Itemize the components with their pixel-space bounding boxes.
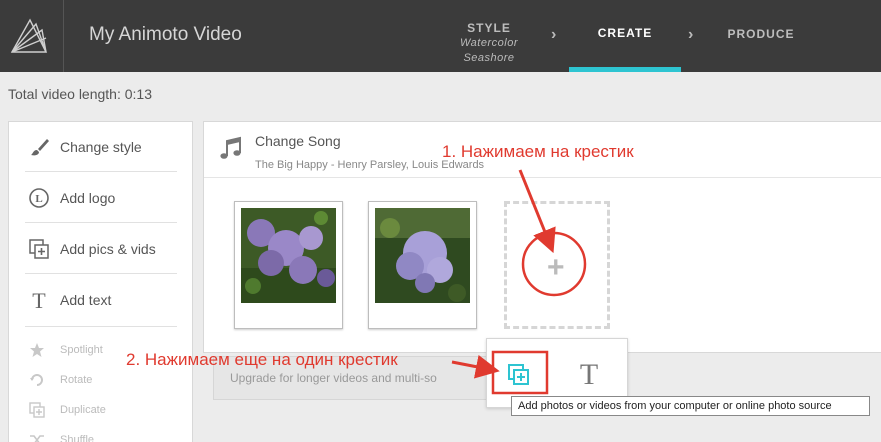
add-photos-button[interactable] <box>495 353 545 397</box>
sidebar-subitem-label: Duplicate <box>60 404 106 416</box>
change-song-link[interactable]: Change Song <box>255 133 341 149</box>
duplicate-icon <box>29 402 45 418</box>
sidebar-item-add-logo[interactable]: L Add logo <box>25 173 177 223</box>
svg-text:L: L <box>35 193 42 205</box>
divider <box>25 326 177 327</box>
music-note-icon <box>220 136 241 159</box>
active-step-indicator <box>569 67 681 72</box>
lilac-photo-image <box>375 208 470 303</box>
step-create[interactable]: CREATE <box>569 0 681 72</box>
plus-icon[interactable]: + <box>547 251 565 285</box>
rotate-icon <box>30 374 43 386</box>
sidebar-subitem-label: Shuffle <box>60 434 95 442</box>
total-video-length: Total video length: 0:13 <box>8 86 152 102</box>
annotation-step-1: 1. Нажимаем на крестик <box>442 142 634 161</box>
step-style-label: STYLE <box>467 21 511 35</box>
shuffle-icon <box>30 435 44 442</box>
star-icon <box>30 343 44 357</box>
sidebar-item-label: Add text <box>60 292 112 308</box>
sidebar-subitem-duplicate[interactable]: Duplicate <box>25 398 177 424</box>
photo-tile[interactable] <box>368 201 477 329</box>
sidebar-item-add-text[interactable]: T Add text <box>25 275 177 325</box>
sidebar-item-add-pics[interactable]: Add pics & vids <box>25 224 177 274</box>
sidebar-subitem-label: Rotate <box>60 374 93 386</box>
text-icon: T <box>32 289 46 311</box>
style-value-line2: Seashore <box>463 52 515 64</box>
chevron-right-icon: › <box>551 26 557 43</box>
add-content-box[interactable]: + <box>504 201 610 329</box>
add-media-icon <box>508 364 529 385</box>
lilac-photo-image <box>241 208 336 303</box>
top-bar: My Animoto Video STYLE Watercolor Seasho… <box>0 0 881 72</box>
tooltip: Add photos or videos from your computer … <box>511 396 870 416</box>
photo-tile[interactable] <box>234 201 343 329</box>
sidebar-subitem-shuffle[interactable]: Shuffle <box>25 428 177 442</box>
sidebar-item-label: Add pics & vids <box>60 241 156 257</box>
sidebar-item-label: Change style <box>60 139 142 155</box>
sidebar-item-label: Add logo <box>60 190 116 206</box>
logo-icon: L <box>29 188 49 208</box>
step-style[interactable]: STYLE Watercolor Seashore <box>446 20 532 66</box>
project-title[interactable]: My Animoto Video <box>89 24 242 46</box>
sidebar-subitem-rotate[interactable]: Rotate <box>25 368 177 394</box>
add-text-button[interactable]: T <box>555 353 623 397</box>
style-value-line1: Watercolor <box>460 37 518 49</box>
upgrade-text: Upgrade for longer videos and multi-so <box>230 371 437 385</box>
sidebar-item-change-style[interactable]: Change style <box>25 122 177 172</box>
add-media-icon <box>29 239 49 259</box>
svg-text:T: T <box>32 289 46 311</box>
step-produce[interactable]: PRODUCE <box>716 27 806 41</box>
chevron-right-icon: › <box>688 26 694 43</box>
animoto-logo[interactable] <box>0 0 64 72</box>
sidebar-subitem-label: Spotlight <box>60 344 103 356</box>
brush-icon <box>31 139 49 156</box>
sidebar: Change style L Add logo Add pics & vids … <box>8 121 193 442</box>
annotation-step-2: 2. Нажимаем еще на один крестик <box>126 350 398 369</box>
